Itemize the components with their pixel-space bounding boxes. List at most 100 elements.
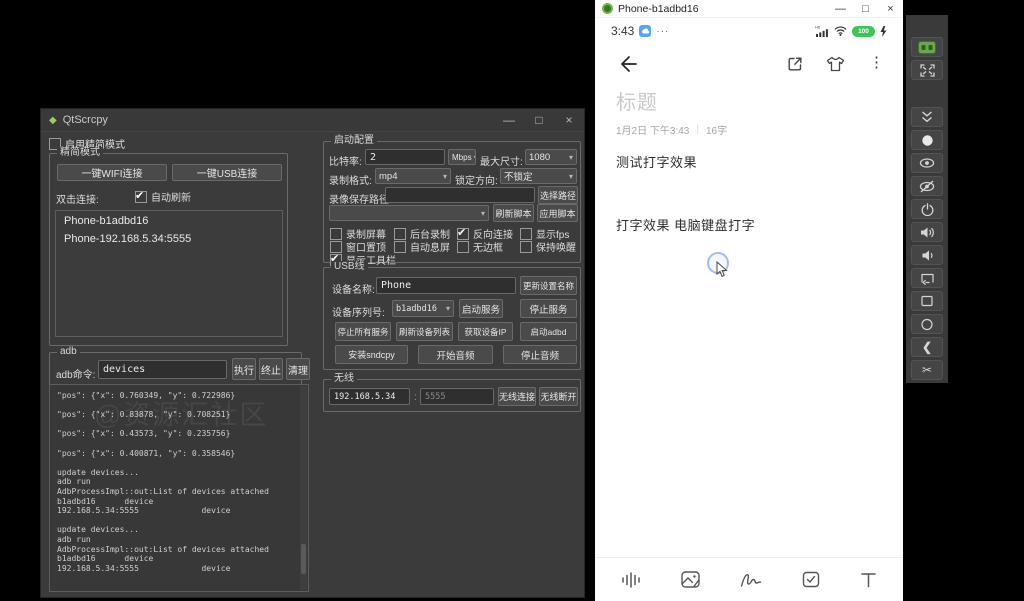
- close-button[interactable]: ×: [878, 0, 903, 17]
- refresh-device-list-button[interactable]: 刷新设备列表: [396, 322, 453, 341]
- log-line: "pos": {"x": 0.760349, "y": 0.722986}: [57, 391, 301, 401]
- checkbox-box[interactable]: [394, 228, 406, 240]
- adb-terminate-button[interactable]: 终止: [259, 358, 283, 380]
- bitrate-unit-dropdown[interactable]: Mbps: [448, 149, 476, 165]
- device-list-item[interactable]: Phone-192.168.5.34:5555: [56, 229, 282, 247]
- adb-execute-button[interactable]: 执行: [232, 358, 256, 380]
- wireless-group: 无线 : 无线连接 无线断开: [323, 379, 581, 412]
- stop-service-button[interactable]: 停止服务: [520, 299, 577, 318]
- wireless-port-input[interactable]: [420, 388, 494, 405]
- note-meta: 1月2日 下午3:43 | 16字: [616, 122, 727, 137]
- update-name-button[interactable]: 更新设置名称: [520, 276, 577, 295]
- home-circle-icon[interactable]: [911, 314, 943, 334]
- minimize-button[interactable]: —: [494, 109, 524, 131]
- wireless-disconnect-button[interactable]: 无线断开: [539, 387, 578, 406]
- back-arrow-icon[interactable]: [617, 53, 639, 75]
- mouse-cursor: [716, 261, 728, 278]
- signal-icon: HD: [815, 25, 829, 37]
- apply-script-button[interactable]: 应用脚本: [537, 204, 578, 222]
- start-service-button[interactable]: 启动服务: [459, 299, 503, 318]
- phone-titlebar[interactable]: Phone-b1adbd16 — □ ×: [595, 0, 903, 18]
- maximize-button[interactable]: □: [853, 0, 878, 17]
- auto-refresh-checkbox[interactable]: 自动刷新: [135, 189, 191, 204]
- checklist-icon[interactable]: [802, 571, 820, 588]
- bitrate-input[interactable]: [365, 149, 445, 165]
- status-time: 3:43: [611, 24, 634, 38]
- note-body-line[interactable]: 测试打字效果: [616, 152, 697, 171]
- log-scrollbar[interactable]: [300, 386, 307, 590]
- qtscrcpy-titlebar[interactable]: ◆ QtScrcpy — □ ×: [41, 109, 584, 132]
- max-size-dropdown[interactable]: 1080: [525, 149, 577, 165]
- note-title-placeholder[interactable]: 标题: [616, 86, 658, 115]
- group-title: 无线: [331, 373, 357, 385]
- expand-more-icon[interactable]: [911, 107, 943, 127]
- usb-connect-button[interactable]: 一键USB连接: [172, 164, 282, 181]
- checkbox-label: 保持唤醒: [536, 239, 576, 254]
- stop-all-services-button[interactable]: 停止所有服务: [335, 322, 391, 341]
- log-line: AdbProcessImpl::out:List of devices atta…: [57, 487, 301, 497]
- insert-image-icon[interactable]: [681, 571, 700, 588]
- note-app-bar: ⋮: [595, 48, 903, 82]
- checkbox-box[interactable]: [135, 191, 147, 203]
- start-adbd-button[interactable]: 启动adbd: [520, 322, 577, 341]
- device-status-button[interactable]: [911, 37, 943, 57]
- serial-label: 设备序列号:: [332, 304, 385, 319]
- checkbox-box[interactable]: [330, 228, 342, 240]
- stop-audio-button[interactable]: 停止音频: [503, 345, 577, 364]
- screen-on-eye-icon[interactable]: [911, 153, 943, 173]
- wireless-ip-input[interactable]: [329, 388, 410, 405]
- touch-icon[interactable]: [911, 130, 943, 150]
- frameless-checkbox[interactable]: 无边框: [457, 239, 503, 254]
- tshirt-skin-icon[interactable]: [826, 55, 845, 73]
- serial-dropdown[interactable]: b1adbd16: [392, 300, 454, 317]
- fullscreen-icon[interactable]: [911, 60, 943, 80]
- choose-path-button[interactable]: 选择路径: [538, 186, 578, 204]
- keep-awake-checkbox[interactable]: 保持唤醒: [520, 239, 576, 254]
- screen-off-eye-icon[interactable]: [911, 176, 943, 196]
- device-name-input[interactable]: [376, 277, 516, 294]
- volume-up-icon[interactable]: [911, 222, 943, 242]
- app-switch-icon[interactable]: [911, 268, 943, 288]
- checkbox-box[interactable]: [394, 241, 406, 253]
- close-button[interactable]: ×: [554, 109, 584, 131]
- handwriting-icon[interactable]: [740, 571, 762, 588]
- more-menu-icon[interactable]: ⋮: [869, 53, 884, 71]
- get-device-ip-button[interactable]: 获取设备IP: [458, 322, 513, 341]
- checkbox-box[interactable]: [520, 241, 532, 253]
- note-body-line[interactable]: 打字效果 电脑键盘打字: [616, 215, 755, 234]
- log-line: update devices...: [57, 525, 301, 535]
- volume-down-icon[interactable]: [911, 245, 943, 265]
- record-path-input[interactable]: [385, 187, 535, 203]
- group-title: USB线: [331, 261, 368, 273]
- checkbox-box[interactable]: [457, 241, 469, 253]
- start-audio-button[interactable]: 开始音频: [418, 345, 493, 364]
- screenshot-scissors-icon[interactable]: ✂: [911, 360, 943, 380]
- checkbox-box[interactable]: [520, 228, 532, 240]
- log-line: adb run: [57, 477, 301, 487]
- log-line: AdbProcessImpl::out:List of devices atta…: [57, 545, 301, 555]
- audio-record-icon[interactable]: [621, 571, 641, 589]
- wifi-connect-button[interactable]: 一键WIFI连接: [57, 164, 167, 181]
- meta-separator: |: [696, 124, 699, 135]
- power-icon[interactable]: [911, 199, 943, 219]
- record-format-dropdown[interactable]: mp4: [375, 168, 451, 184]
- install-sndcpy-button[interactable]: 安装sndcpy: [335, 345, 408, 364]
- share-icon[interactable]: [786, 55, 804, 73]
- minimize-button[interactable]: —: [828, 0, 853, 17]
- maximize-button[interactable]: □: [524, 109, 554, 131]
- wireless-connect-button[interactable]: 无线连接: [498, 387, 536, 406]
- refresh-script-button[interactable]: 刷新脚本: [493, 204, 534, 222]
- adb-clean-button[interactable]: 清理: [286, 358, 310, 380]
- text-format-icon[interactable]: [860, 571, 877, 588]
- script-dropdown[interactable]: [329, 205, 489, 221]
- lock-orientation-dropdown[interactable]: 不锁定: [500, 168, 577, 184]
- auto-screen-off-checkbox[interactable]: 自动息屏: [394, 239, 450, 254]
- device-name-label: 设备名称:: [332, 281, 375, 296]
- adb-command-input[interactable]: [98, 360, 227, 379]
- back-chevron-icon[interactable]: ❮: [911, 337, 943, 357]
- adb-log-output[interactable]: @资源汇社区 "pos": {"x": 0.760349, "y": 0.722…: [49, 384, 309, 592]
- checkbox-box[interactable]: [457, 228, 469, 240]
- device-list-item[interactable]: Phone-b1adbd16: [56, 211, 282, 229]
- menu-square-icon[interactable]: [911, 291, 943, 311]
- log-scrollbar-thumb[interactable]: [301, 544, 306, 574]
